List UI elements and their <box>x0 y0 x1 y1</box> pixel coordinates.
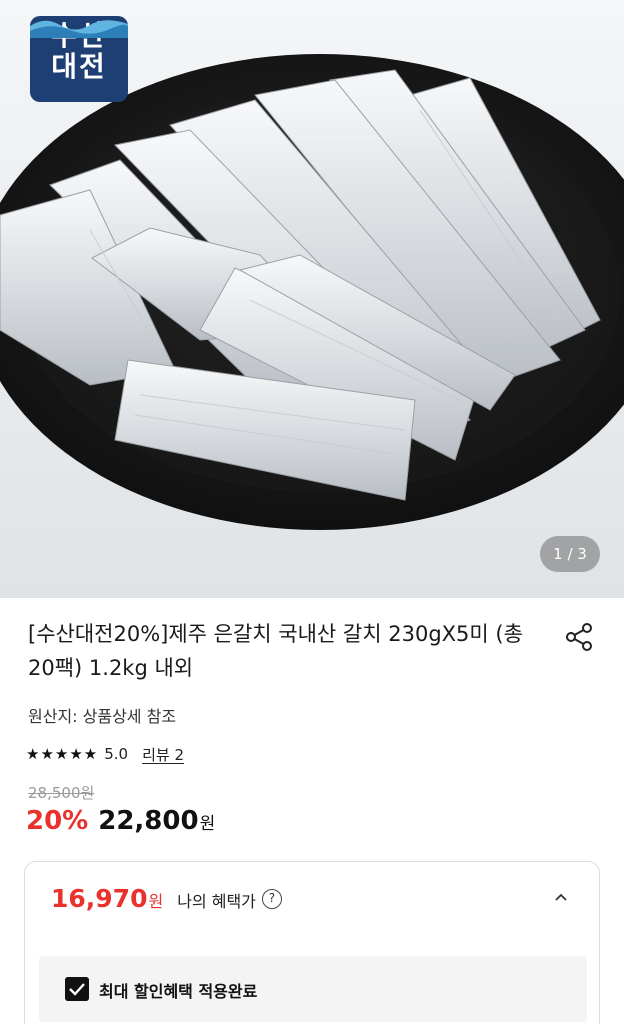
applied-benefit-label: 최대 할인혜택 적용완료 <box>99 982 258 1001</box>
checkbox-checked-icon[interactable] <box>65 977 89 1001</box>
rating-row: ★★★★★ 5.0 리뷰 2 <box>26 742 184 766</box>
badge-line-2: 대전 <box>51 50 107 83</box>
image-counter: 1 / 3 <box>540 536 600 572</box>
original-price: 28,500원 <box>28 784 95 802</box>
rating-score: 5.0 <box>104 745 129 763</box>
sale-price-currency: 원 <box>199 814 216 834</box>
chevron-up-icon[interactable] <box>550 886 572 908</box>
wave-icon <box>30 20 128 38</box>
benefit-header: 16,970 원 나의 혜택가 ? <box>51 884 282 913</box>
review-link[interactable]: 리뷰 2 <box>142 744 184 765</box>
discount-rate: 20% <box>26 806 89 836</box>
origin-info: 원산지: 상품상세 참조 <box>28 707 177 726</box>
benefit-currency: 원 <box>148 892 164 911</box>
applied-benefit-row: 최대 할인혜택 적용완료 <box>39 956 587 1022</box>
price-row: 20% 22,800 원 <box>26 806 215 836</box>
product-image[interactable]: 수산 대전 1 / 3 <box>0 0 624 598</box>
benefit-label: 나의 혜택가 <box>177 892 256 911</box>
benefit-price: 16,970 <box>51 884 148 913</box>
product-title: [수산대전20%]제주 은갈치 국내산 갈치 230gX5미 (총 20팩) 1… <box>28 622 523 680</box>
star-rating-icon: ★★★★★ <box>26 745 99 763</box>
share-icon[interactable] <box>563 621 595 653</box>
fisheries-fair-badge: 수산 대전 <box>30 16 128 102</box>
benefit-card[interactable]: 16,970 원 나의 혜택가 ? 최대 할인혜택 적용완료 <box>24 861 600 1024</box>
help-icon[interactable]: ? <box>261 888 282 909</box>
sale-price: 22,800 <box>98 806 199 836</box>
